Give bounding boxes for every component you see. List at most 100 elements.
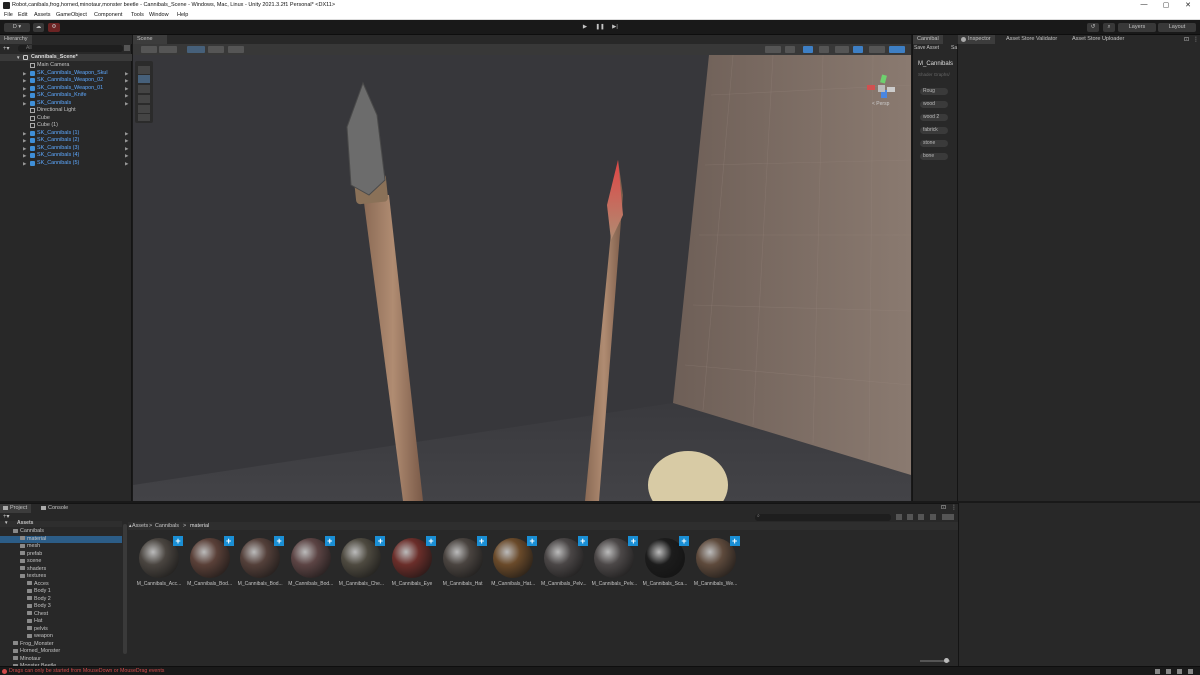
hidden-objects-icon[interactable] [853, 46, 863, 53]
tab-asset-store-validator[interactable]: Asset Store Validator [1002, 35, 1061, 44]
gizmos-dropdown[interactable] [889, 46, 905, 53]
material-tag[interactable]: bone [920, 153, 948, 160]
save-asset-button[interactable]: Save Asset [914, 45, 939, 51]
material-asset-tile[interactable]: + M_Cannibals_Bod... [186, 536, 234, 588]
rotate-tool-icon[interactable] [138, 85, 150, 93]
prefab-open-icon[interactable]: ▶ [125, 70, 128, 77]
add-to-scene-icon[interactable]: + [628, 536, 639, 546]
project-tree-item[interactable]: shaders [0, 566, 122, 573]
layout-dropdown[interactable]: Layout [1158, 23, 1196, 32]
menu-edit[interactable]: Edit [18, 12, 27, 18]
menu-assets[interactable]: Assets [34, 12, 51, 18]
notifications-icon[interactable] [1188, 669, 1193, 674]
scale-tool-icon[interactable] [138, 95, 150, 103]
history-icon[interactable]: ↺ [1087, 23, 1099, 32]
prefab-open-icon[interactable]: ▶ [125, 137, 128, 144]
tab-cannibal[interactable]: Cannibal [913, 35, 943, 44]
hierarchy-item[interactable]: ▶ ▶ SK_Cannibals_Weapon_02 [0, 77, 132, 84]
hand-tool-icon[interactable] [138, 66, 150, 74]
material-tag[interactable]: wood [920, 101, 948, 108]
search-icon[interactable]: ⌕ [1103, 23, 1115, 32]
chevron-right-icon[interactable]: ▶ [23, 85, 26, 92]
hierarchy-item[interactable]: ▶ ▶ SK_Cannibals (1) [0, 130, 132, 137]
add-to-scene-icon[interactable]: + [527, 536, 538, 546]
material-asset-tile[interactable]: + M_Cannibals_Eye [388, 536, 436, 588]
grid-visibility-dropdown[interactable] [228, 46, 244, 53]
project-add-button[interactable]: +▾ [3, 513, 10, 520]
step-button[interactable]: ▶| [609, 23, 621, 32]
add-to-scene-icon[interactable]: + [426, 536, 436, 546]
draw-mode-dropdown[interactable] [141, 46, 157, 53]
persp-label[interactable]: < Persp [872, 101, 889, 107]
project-tree-item[interactable]: Body 2 [0, 596, 122, 603]
assets-root-label[interactable]: Assets [17, 520, 33, 526]
hierarchy-item[interactable]: Directional Light [0, 107, 132, 114]
project-tree-item[interactable]: Horned_Monster [0, 648, 122, 655]
snap-increment-dropdown[interactable] [208, 46, 224, 53]
hierarchy-item[interactable]: ▶ ▶ SK_Cannibals_Weapon_Skul [0, 70, 132, 77]
favorites-icon[interactable] [918, 514, 924, 520]
play-button[interactable]: ▶ [580, 23, 590, 32]
hierarchy-item[interactable]: Main Camera [0, 62, 132, 69]
collab-icon[interactable]: ⚙ [48, 23, 60, 32]
material-asset-tile[interactable]: + M_Cannibals_Bod... [287, 536, 335, 588]
pivot-dropdown[interactable] [159, 46, 177, 53]
filter-type-icon[interactable] [896, 514, 902, 520]
effects-dropdown[interactable] [835, 46, 849, 53]
project-tree-item[interactable]: Body 1 [0, 588, 122, 595]
debug-icon[interactable] [1177, 669, 1182, 674]
prefab-open-icon[interactable]: ▶ [125, 77, 128, 84]
move-tool-icon[interactable] [138, 75, 150, 83]
project-tree-item[interactable]: Chest [0, 611, 122, 618]
project-tree-item[interactable]: Minotaur [0, 656, 122, 663]
tab-asset-store-uploader[interactable]: Asset Store Uploader [1068, 35, 1128, 44]
hierarchy-item[interactable]: ▶ ▶ SK_Cannibals (3) [0, 145, 132, 152]
hierarchy-search-input[interactable]: All [18, 45, 123, 52]
add-to-scene-icon[interactable]: + [223, 536, 234, 546]
menu-file[interactable]: File [4, 12, 13, 18]
chevron-right-icon[interactable]: ▶ [23, 130, 26, 137]
filter-icon[interactable] [124, 45, 130, 51]
menu-help[interactable]: Help [177, 12, 188, 18]
project-tree-item[interactable]: mesh [0, 543, 122, 550]
more-options-icon[interactable]: ⋮ [1193, 36, 1199, 43]
minimize-button[interactable]: — [1137, 1, 1151, 8]
chevron-right-icon[interactable]: ▶ [23, 77, 26, 84]
project-tree-item[interactable]: Frog_Monster [0, 641, 122, 648]
visibility-count-icon[interactable] [942, 514, 954, 520]
2d-toggle-button[interactable] [785, 46, 795, 53]
breadcrumb-cannibals[interactable]: Cannibals [155, 522, 179, 530]
camera-settings-dropdown[interactable] [869, 46, 885, 53]
hierarchy-item[interactable]: ▶ ▶ SK_Cannibals_Weapon_01 [0, 85, 132, 92]
hierarchy-item[interactable]: ▶ ▶ SK_Cannibals_Knife [0, 92, 132, 99]
project-tree-item[interactable]: scene [0, 558, 122, 565]
hidden-packages-icon[interactable] [930, 514, 936, 520]
scene-viewport[interactable]: < Persp [133, 55, 911, 501]
hierarchy-item[interactable]: ▶ ▶ SK_Cannibals (2) [0, 137, 132, 144]
project-tree-item[interactable]: Acces [0, 581, 122, 588]
add-to-scene-icon[interactable]: + [577, 536, 588, 546]
prefab-open-icon[interactable]: ▶ [125, 100, 128, 107]
more-options-icon[interactable]: ⋮ [951, 504, 957, 511]
chevron-right-icon[interactable]: ▶ [23, 152, 26, 159]
tab-scene[interactable]: Scene [133, 35, 167, 44]
material-tag[interactable]: Roug [920, 88, 948, 95]
project-tree-item[interactable]: textures [0, 573, 122, 580]
add-to-scene-icon[interactable]: + [324, 536, 335, 546]
project-search-input[interactable]: ⌕ [755, 513, 891, 521]
chevron-right-icon[interactable]: ▶ [23, 137, 26, 144]
maximize-button[interactable]: ▢ [1159, 1, 1173, 9]
add-to-scene-icon[interactable]: + [476, 536, 487, 546]
add-to-scene-icon[interactable]: + [173, 536, 183, 546]
add-button[interactable]: +▾ [3, 45, 15, 52]
project-tree-item[interactable]: material [0, 535, 122, 543]
add-to-scene-icon[interactable]: + [729, 536, 740, 546]
material-asset-tile[interactable]: + M_Cannibals_Hat... [489, 536, 538, 588]
material-tag[interactable]: stone [920, 140, 948, 147]
rect-tool-icon[interactable] [138, 105, 150, 113]
project-tree-item[interactable]: Hat [0, 618, 122, 625]
hierarchy-item[interactable]: Cube [0, 115, 132, 122]
material-asset-tile[interactable]: + M_Cannibals_Bod... [236, 536, 285, 588]
hierarchy-item[interactable]: ▶ ▶ SK_Cannibals (4) [0, 152, 132, 159]
hierarchy-item[interactable]: ▶ ▶ SK_Cannibals (5) [0, 160, 132, 167]
